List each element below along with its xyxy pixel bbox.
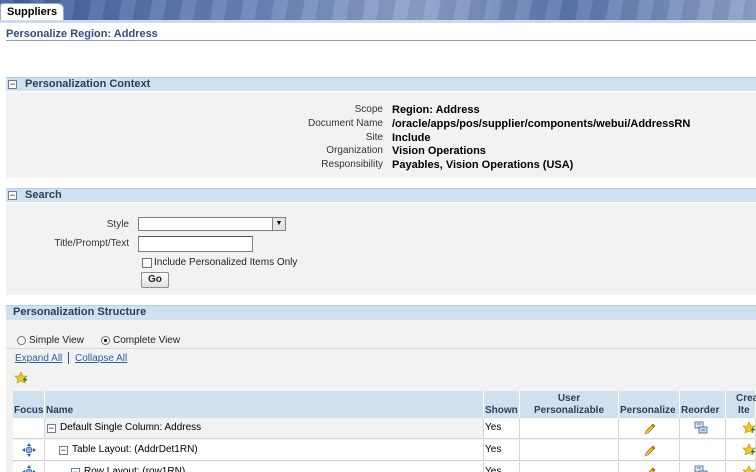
section-title-context: Personalization Context [25, 78, 151, 90]
context-row-scope: Scope Region: Address [6, 104, 756, 117]
tab-suppliers[interactable]: Suppliers [0, 3, 65, 20]
cell-name: − Row Layout: (row1RN) [45, 462, 484, 472]
context-label: Document Name [307, 118, 383, 129]
page-title: Personalize Region: Address [6, 28, 158, 40]
include-personalized-label: Include Personalized Items Only [154, 257, 298, 268]
tree-node-label: Table Layout: (AddrDet1RN) [72, 444, 198, 455]
section-header-context: − Personalization Context [6, 77, 756, 91]
cell-create [726, 440, 756, 461]
simple-view-label: Simple View [29, 335, 84, 346]
shown-value: Yes [485, 466, 502, 472]
cell-shown: Yes [484, 418, 520, 439]
title-divider [6, 40, 756, 41]
focus-icon[interactable] [22, 443, 36, 457]
title-prompt-label: Title/Prompt/Text [54, 238, 129, 249]
shown-value: Yes [485, 422, 502, 433]
cell-reorder [680, 462, 726, 472]
simple-view-radio[interactable] [17, 336, 26, 345]
context-label: Organization [326, 145, 383, 156]
tree-node-label: Row Layout: (row1RN) [84, 466, 186, 472]
column-header-create-item: Crea Ite [726, 391, 756, 418]
include-personalized-checkbox[interactable] [142, 258, 152, 268]
collapse-icon[interactable]: − [8, 191, 17, 200]
collapse-icon[interactable]: − [8, 80, 17, 89]
column-header-shown: Shown [484, 391, 520, 418]
context-value: Region: Address [392, 104, 480, 116]
context-row-responsibility: Responsibility Payables, Vision Operatio… [6, 159, 756, 172]
context-value: Payables, Vision Operations (USA) [392, 159, 574, 171]
reorder-icon[interactable] [694, 465, 708, 472]
table-row: − Default Single Column: Address Yes [13, 418, 756, 440]
divider [6, 348, 756, 349]
context-row-site: Site Include [6, 132, 756, 145]
context-label: Site [365, 132, 383, 143]
pencil-icon[interactable] [643, 422, 657, 436]
style-label: Style [106, 219, 129, 230]
section-title-structure: Personalization Structure [13, 306, 147, 318]
cell-focus [13, 462, 45, 472]
cell-user [520, 440, 619, 461]
context-label: Scope [354, 104, 383, 115]
create-item-icon[interactable] [742, 443, 756, 457]
context-value: Vision Operations [392, 145, 486, 157]
context-value: Include [392, 132, 431, 144]
cell-create [726, 418, 756, 439]
complete-view-radio[interactable] [101, 336, 110, 345]
cell-personalize [619, 440, 680, 461]
structure-table-body: − Default Single Column: Address Yes − Table… [13, 418, 756, 472]
chevron-down-icon[interactable]: ▼ [272, 218, 285, 230]
table-row: − Row Layout: (row1RN) Yes [13, 462, 756, 472]
cell-personalize [619, 462, 680, 472]
reorder-icon[interactable] [694, 421, 708, 435]
cell-create [726, 462, 756, 472]
cell-shown: Yes [484, 462, 520, 472]
shown-value: Yes [485, 444, 502, 455]
search-panel: Style ▼ Title/Prompt/Text Include Person… [6, 203, 756, 295]
go-button[interactable]: Go [141, 272, 169, 288]
cell-focus [13, 440, 45, 461]
section-header-search: − Search [6, 188, 756, 202]
table-row: − Table Layout: (AddrDet1RN) Yes [13, 440, 756, 462]
pencil-icon[interactable] [643, 466, 657, 472]
collapse-all-link[interactable]: Collapse All [75, 353, 127, 364]
column-header-name: Name [45, 391, 484, 418]
cell-focus [13, 418, 45, 439]
style-select[interactable]: ▼ [138, 217, 286, 231]
cell-user [520, 418, 619, 439]
cell-user [520, 462, 619, 472]
complete-view-label: Complete View [113, 335, 181, 346]
section-header-structure: Personalization Structure [6, 305, 756, 320]
nav-rule [0, 20, 756, 23]
column-header-focus: Focus [13, 391, 45, 418]
create-item-icon[interactable] [14, 371, 28, 385]
tree-node-label: Default Single Column: Address [60, 422, 202, 433]
focus-icon[interactable] [22, 465, 36, 472]
create-item-icon[interactable] [742, 465, 756, 472]
tree-collapse-icon[interactable]: − [71, 468, 80, 472]
column-header-user-personalizable: User Personalizable [520, 391, 619, 418]
expand-all-link[interactable]: Expand All [15, 353, 62, 364]
cell-reorder [680, 418, 726, 439]
column-header-personalize: Personalize [619, 391, 680, 418]
top-banner [0, 0, 756, 20]
context-row-document-name: Document Name /oracle/apps/pos/supplier/… [6, 118, 756, 131]
section-title-search: Search [25, 189, 62, 201]
context-panel: Scope Region: Address Document Name /ora… [6, 92, 756, 178]
create-item-icon[interactable] [742, 421, 756, 435]
tree-collapse-icon[interactable]: − [59, 446, 68, 455]
pencil-icon[interactable] [643, 444, 657, 458]
context-label: Responsibility [321, 159, 383, 170]
title-prompt-input[interactable] [138, 236, 253, 252]
cell-name: − Table Layout: (AddrDet1RN) [45, 440, 484, 461]
cell-personalize [619, 418, 680, 439]
context-row-organization: Organization Vision Operations [6, 145, 756, 158]
link-separator [68, 352, 69, 364]
tree-collapse-icon[interactable]: − [47, 424, 56, 433]
cell-name: − Default Single Column: Address [45, 418, 484, 439]
cell-shown: Yes [484, 440, 520, 461]
context-value: /oracle/apps/pos/supplier/components/web… [392, 118, 691, 130]
cell-reorder [680, 440, 726, 461]
column-header-reorder: Reorder [680, 391, 726, 418]
